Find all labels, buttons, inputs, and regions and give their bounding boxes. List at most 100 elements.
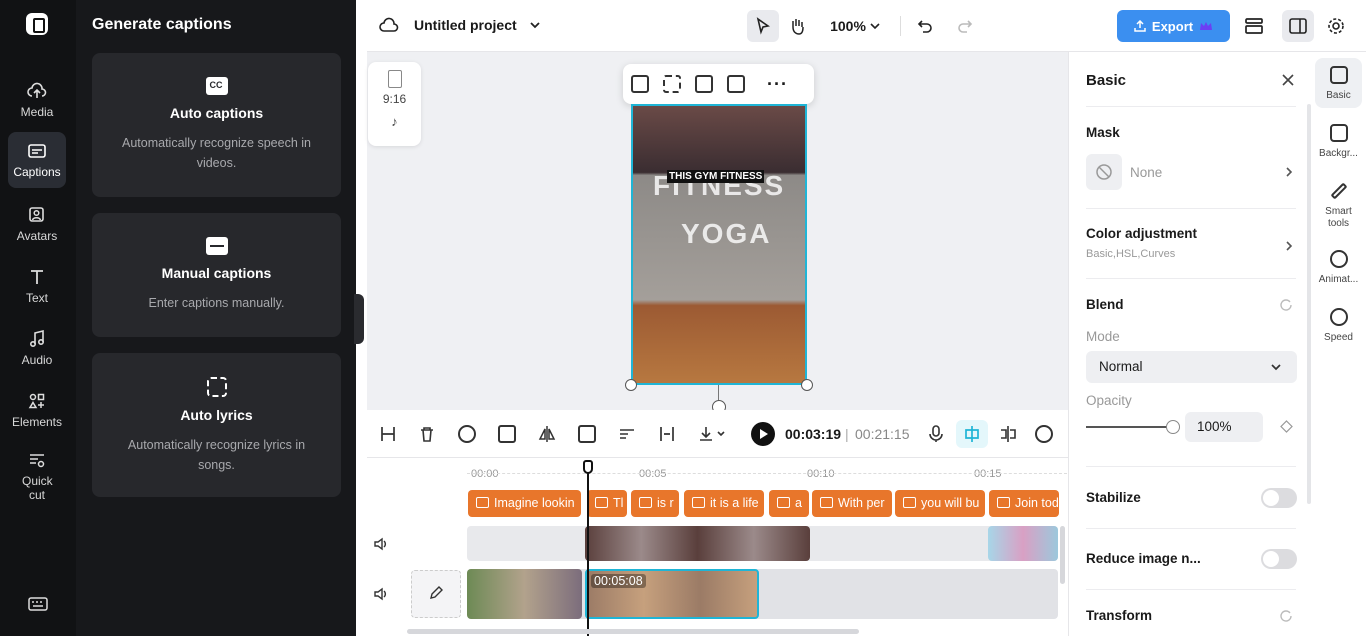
rail-item-audio[interactable]: Audio <box>8 320 66 376</box>
caption-clip[interactable]: you will bu <box>895 490 985 517</box>
microphone-icon[interactable] <box>927 425 945 443</box>
upload-icon <box>1134 20 1146 32</box>
vertical-scrollbar[interactable] <box>1060 526 1065 584</box>
keyframe-icon[interactable] <box>1280 420 1293 433</box>
chevron-right-icon[interactable] <box>1285 240 1293 252</box>
project-name[interactable]: Untitled project <box>414 17 517 33</box>
overlay-clip[interactable] <box>585 526 810 561</box>
mask-value[interactable]: None <box>1130 165 1162 180</box>
rail-tab-background[interactable]: Backgr... <box>1315 124 1362 160</box>
collapse-panel-handle[interactable] <box>354 294 364 344</box>
play-button[interactable] <box>751 422 775 446</box>
selected-video-clip[interactable]: 00:05:08 <box>585 569 759 619</box>
export-button[interactable]: Export <box>1117 10 1230 42</box>
video-preview[interactable]: FITNESS YOGA THIS GYM FITNESS <box>631 104 807 385</box>
caption-clip[interactable]: a <box>769 490 809 517</box>
volume-icon[interactable] <box>373 586 389 602</box>
speed-icon <box>1329 308 1348 326</box>
opacity-slider[interactable] <box>1086 426 1173 428</box>
rail-item-captions[interactable]: Captions <box>8 132 66 188</box>
keyboard-icon[interactable] <box>28 596 48 612</box>
playhead[interactable] <box>587 462 589 636</box>
aspect-ratio-panel[interactable]: 9:16 ♪ <box>368 62 421 146</box>
delete-icon[interactable] <box>418 425 436 443</box>
rail-tab-animation[interactable]: Animat... <box>1315 250 1362 286</box>
caption-clip[interactable]: With per <box>812 490 892 517</box>
app-logo[interactable] <box>26 13 48 35</box>
auto-lyrics-card[interactable]: Auto lyrics Automatically recognize lyri… <box>92 353 341 497</box>
caption-clip[interactable]: Imagine lookin <box>468 490 581 517</box>
download-icon[interactable] <box>698 425 725 443</box>
auto-snap-toggle[interactable] <box>956 420 988 448</box>
mask-thumbnail[interactable] <box>1086 154 1122 190</box>
replace-icon[interactable] <box>727 75 745 93</box>
separator <box>1086 589 1296 590</box>
chevron-down-icon[interactable] <box>529 20 541 30</box>
split-icon[interactable] <box>379 425 397 443</box>
layers-button[interactable] <box>1238 10 1270 42</box>
rail-item-avatars[interactable]: Avatars <box>8 196 66 252</box>
mask-label: Mask <box>1086 125 1120 140</box>
flip-icon[interactable] <box>538 425 556 443</box>
opacity-input[interactable]: 100% <box>1185 412 1263 442</box>
zoom-out-icon[interactable] <box>1035 425 1053 443</box>
caption-clip[interactable]: is r <box>631 490 679 517</box>
panel-title: Generate captions <box>92 16 232 33</box>
auto-captions-card[interactable]: CC Auto captions Automatically recognize… <box>92 53 341 197</box>
manual-captions-card[interactable]: Manual captions Enter captions manually. <box>92 213 341 337</box>
replay-icon[interactable] <box>458 425 476 443</box>
blend-mode-select[interactable]: Normal <box>1086 351 1297 383</box>
rail-item-text[interactable]: Text <box>8 258 66 314</box>
cover-button[interactable] <box>411 570 461 618</box>
tiktok-icon[interactable]: ♪ <box>368 114 421 129</box>
video-clip[interactable] <box>467 569 582 619</box>
overlay-clip[interactable] <box>988 526 1058 561</box>
playhead-handle[interactable] <box>583 460 593 474</box>
captions-panel: Generate captions CC Auto captions Autom… <box>76 0 356 636</box>
trim-icon[interactable] <box>658 425 676 443</box>
rail-tab-basic[interactable]: Basic <box>1315 58 1362 108</box>
caption-clip[interactable]: Join tod <box>989 490 1059 517</box>
reduce-noise-toggle[interactable] <box>1261 549 1297 569</box>
zoom-select[interactable]: 100% <box>825 10 885 42</box>
freeze-icon[interactable] <box>578 425 596 443</box>
rail-item-media[interactable]: Media <box>8 72 66 128</box>
more-icon[interactable]: ··· <box>767 74 788 95</box>
volume-icon[interactable] <box>373 536 389 552</box>
crop-icon[interactable] <box>498 425 516 443</box>
rail-tab-speed[interactable]: Speed <box>1315 308 1362 344</box>
select-tool-button[interactable] <box>747 10 779 42</box>
opacity-slider-thumb[interactable] <box>1166 420 1180 434</box>
caption-clip[interactable]: Tl <box>587 490 627 517</box>
add-media-icon[interactable] <box>631 75 649 93</box>
panel-toggle-button[interactable] <box>1282 10 1314 42</box>
color-adjustment-label[interactable]: Color adjustment <box>1086 226 1197 241</box>
time-separator: | <box>845 426 849 442</box>
rail-item-elements[interactable]: Elements <box>8 382 66 438</box>
chevron-right-icon[interactable] <box>1285 166 1293 178</box>
frame-icon[interactable] <box>663 75 681 93</box>
basic-icon <box>1329 66 1348 84</box>
resize-handle-bl[interactable] <box>625 379 637 391</box>
rail-item-quick-cut[interactable]: Quick cut <box>8 446 66 506</box>
gear-icon <box>1328 18 1344 34</box>
close-icon[interactable] <box>1281 73 1295 87</box>
undo-button[interactable] <box>909 10 941 42</box>
rail-tab-label: Basic <box>1326 90 1351 101</box>
rail-tab-smart-tools[interactable]: Smart tools <box>1315 182 1362 230</box>
rail-label-elements: Elements <box>11 415 63 429</box>
settings-button[interactable] <box>1320 10 1352 42</box>
crop-icon[interactable] <box>695 75 713 93</box>
speed-icon[interactable] <box>618 425 636 443</box>
reset-icon[interactable] <box>1280 298 1293 311</box>
caption-overlay[interactable]: THIS GYM FITNESS <box>667 170 765 183</box>
caption-clip[interactable]: it is a life <box>684 490 764 517</box>
redo-button[interactable] <box>949 10 981 42</box>
blend-label: Blend <box>1086 297 1124 312</box>
hand-tool-button[interactable] <box>781 10 813 42</box>
stabilize-toggle[interactable] <box>1261 488 1297 508</box>
reset-icon[interactable] <box>1280 609 1293 622</box>
split-screen-icon[interactable] <box>999 425 1017 443</box>
horizontal-scrollbar[interactable] <box>407 629 859 634</box>
resize-handle-br[interactable] <box>801 379 813 391</box>
